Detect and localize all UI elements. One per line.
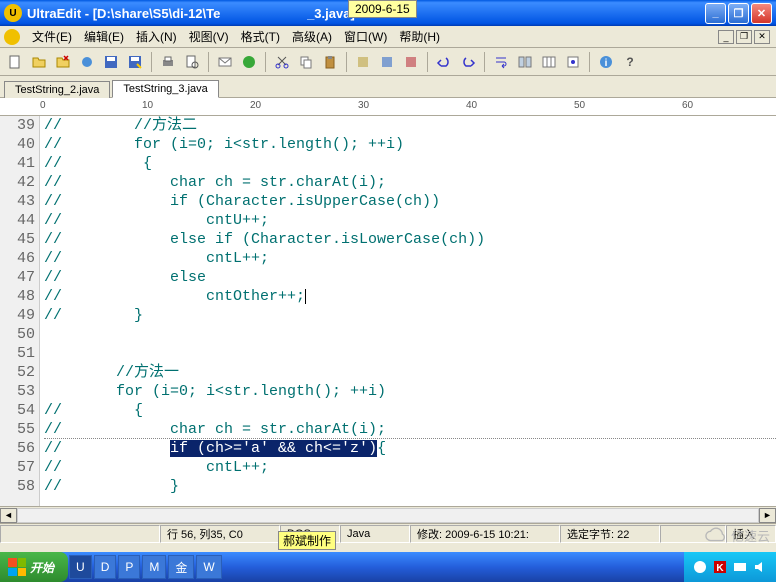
redo-button[interactable] <box>457 51 479 73</box>
open-file-button[interactable] <box>28 51 50 73</box>
svg-text:i: i <box>605 58 608 69</box>
tray-icon[interactable] <box>692 559 708 575</box>
date-tooltip: 2009-6-15 <box>348 0 417 18</box>
tag-list-button[interactable] <box>562 51 584 73</box>
web-button[interactable] <box>238 51 260 73</box>
tool-btn-c[interactable] <box>400 51 422 73</box>
menu-help[interactable]: 帮助(H) <box>393 26 446 47</box>
copy-button[interactable] <box>295 51 317 73</box>
status-position: 行 56, 列35, C0 <box>160 525 280 543</box>
mdi-restore-button[interactable]: ❐ <box>736 30 752 44</box>
menu-edit[interactable]: 编辑(E) <box>78 26 130 47</box>
tool-btn-a[interactable] <box>352 51 374 73</box>
app-icon-small <box>4 29 20 45</box>
start-button[interactable]: 开始 <box>0 552 68 582</box>
tray-volume-icon[interactable] <box>752 559 768 575</box>
menu-window[interactable]: 窗口(W) <box>338 26 393 47</box>
author-overlay: 郝斌制作 <box>278 531 336 550</box>
tab-teststring3[interactable]: TestString_3.java <box>112 80 218 98</box>
status-help <box>0 525 160 543</box>
svg-text:?: ? <box>626 55 633 69</box>
code-area[interactable]: // //方法二// for (i=0; i<str.length(); ++i… <box>40 116 776 506</box>
status-modified: 修改: 2009-6-15 10:21: <box>410 525 560 543</box>
app-icon: U <box>4 4 22 22</box>
context-help-button[interactable]: ? <box>619 51 641 73</box>
columns-button[interactable] <box>538 51 560 73</box>
paste-button[interactable] <box>319 51 341 73</box>
cut-button[interactable] <box>271 51 293 73</box>
windows-flag-icon <box>8 558 26 576</box>
watermark: 亿速云 <box>705 524 770 546</box>
toolbar: i ? <box>0 48 776 76</box>
tray-kav-icon[interactable]: K <box>712 559 728 575</box>
taskbar-item[interactable]: P <box>118 555 140 579</box>
print-preview-button[interactable] <box>181 51 203 73</box>
minimize-button[interactable]: _ <box>705 3 726 24</box>
show-spaces-button[interactable] <box>514 51 536 73</box>
taskbar-item[interactable]: D <box>94 555 117 579</box>
menu-advanced[interactable]: 高级(A) <box>286 26 338 47</box>
close-file-button[interactable] <box>52 51 74 73</box>
editor[interactable]: 3940414243444546474849505152535455565758… <box>0 116 776 506</box>
scroll-track[interactable] <box>17 508 759 523</box>
tray-icon[interactable] <box>732 559 748 575</box>
horizontal-scrollbar[interactable]: ◄ ► <box>0 506 776 523</box>
windows-taskbar[interactable]: 开始 U D P M 金 W K <box>0 552 776 582</box>
svg-text:K: K <box>716 563 724 574</box>
ftp-button[interactable] <box>76 51 98 73</box>
save-as-button[interactable] <box>124 51 146 73</box>
cloud-icon <box>705 524 727 546</box>
file-tabs: TestString_2.java TestString_3.java <box>0 76 776 98</box>
undo-button[interactable] <box>433 51 455 73</box>
menu-bar: 文件(E) 编辑(E) 插入(N) 视图(V) 格式(T) 高级(A) 窗口(W… <box>0 26 776 48</box>
taskbar-item[interactable]: W <box>196 555 221 579</box>
tab-teststring2[interactable]: TestString_2.java <box>4 81 110 98</box>
help-button[interactable]: i <box>595 51 617 73</box>
print-button[interactable] <box>157 51 179 73</box>
email-button[interactable] <box>214 51 236 73</box>
menu-insert[interactable]: 插入(N) <box>130 26 183 47</box>
wordwrap-button[interactable] <box>490 51 512 73</box>
scroll-left-button[interactable]: ◄ <box>0 508 17 523</box>
tool-btn-b[interactable] <box>376 51 398 73</box>
menu-file[interactable]: 文件(E) <box>26 26 78 47</box>
taskbar-item[interactable]: M <box>142 555 166 579</box>
scroll-right-button[interactable]: ► <box>759 508 776 523</box>
status-selection: 选定字节: 22 <box>560 525 660 543</box>
restore-button[interactable]: ❐ <box>728 3 749 24</box>
menu-format[interactable]: 格式(T) <box>235 26 286 47</box>
save-button[interactable] <box>100 51 122 73</box>
taskbar-item[interactable]: 金 <box>168 555 194 579</box>
ruler: 0 10 20 30 40 50 60 <box>0 98 776 116</box>
status-bar: 行 56, 列35, C0 DOS Java 修改: 2009-6-15 10:… <box>0 523 776 543</box>
new-file-button[interactable] <box>4 51 26 73</box>
taskbar-item[interactable]: U <box>69 555 92 579</box>
status-language: Java <box>340 525 410 543</box>
menu-view[interactable]: 视图(V) <box>183 26 235 47</box>
system-tray[interactable]: K <box>684 552 776 582</box>
close-button[interactable]: ✕ <box>751 3 772 24</box>
mdi-close-button[interactable]: ✕ <box>754 30 770 44</box>
line-gutter: 3940414243444546474849505152535455565758 <box>0 116 40 506</box>
mdi-minimize-button[interactable]: _ <box>718 30 734 44</box>
